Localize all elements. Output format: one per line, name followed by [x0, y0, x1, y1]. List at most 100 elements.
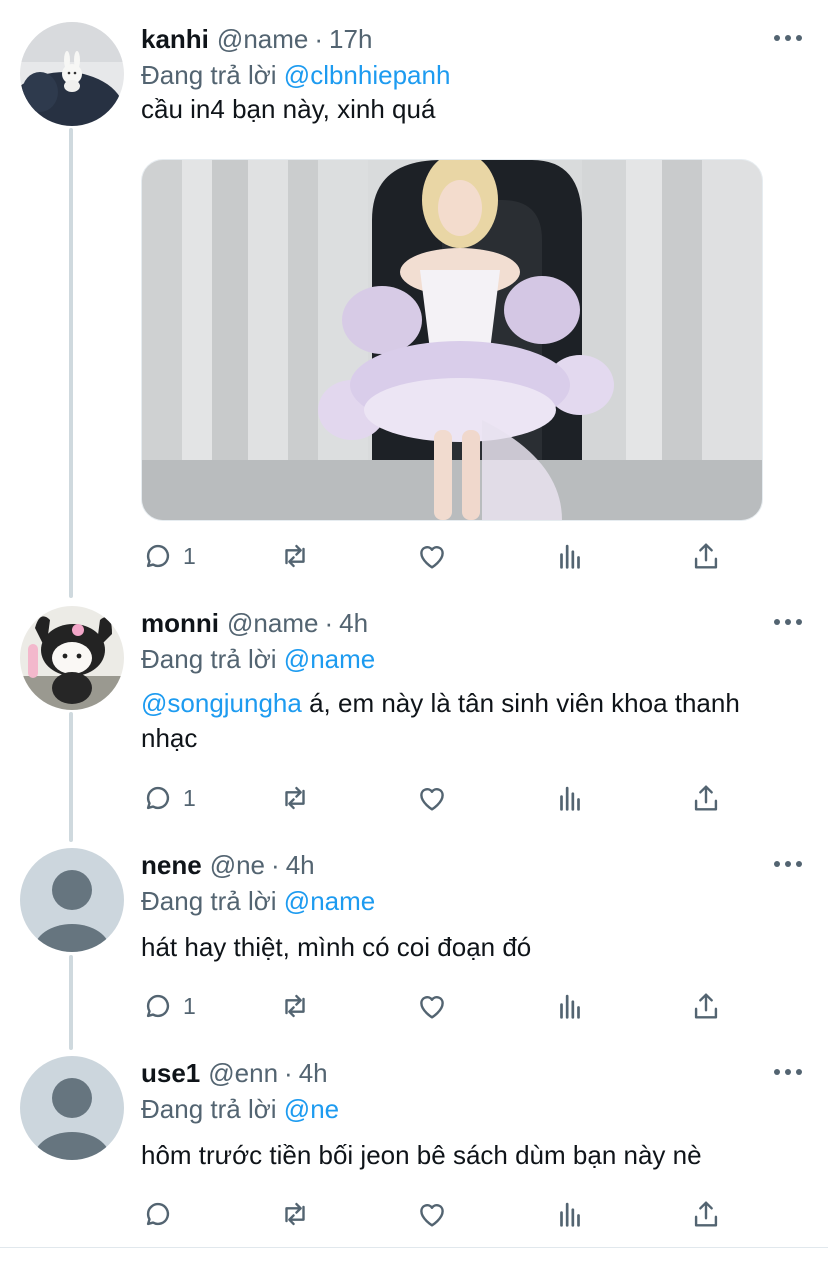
- separator-dot: ·: [314, 24, 324, 54]
- default-avatar: [20, 848, 124, 952]
- like-button[interactable]: [415, 536, 449, 576]
- share-icon: [694, 543, 718, 569]
- avatar[interactable]: [20, 606, 124, 710]
- tweet-actions: 1: [141, 986, 761, 1026]
- tweet-text-content: cầu in4 bạn này, xinh quá: [141, 94, 436, 124]
- timestamp[interactable]: 17h: [329, 22, 372, 56]
- tweet-text: cầu in4 bạn này, xinh quá: [141, 92, 791, 127]
- tweet-text: hôm trước tiền bối jeon bê sách dùm bạn …: [141, 1138, 791, 1173]
- share-button[interactable]: [689, 986, 723, 1026]
- like-button[interactable]: [415, 1194, 449, 1234]
- replying-to: Đang trả lời @clbnhiepanh: [141, 58, 450, 92]
- avatar[interactable]: [20, 22, 124, 126]
- reply-button[interactable]: [141, 1194, 183, 1234]
- replying-to: Đang trả lời @name: [141, 642, 375, 676]
- retweet-button[interactable]: [277, 986, 313, 1026]
- views-button[interactable]: [553, 536, 587, 576]
- share-button[interactable]: [689, 778, 723, 818]
- views-button[interactable]: [553, 1194, 587, 1234]
- reply-to-mention[interactable]: @ne: [284, 1094, 339, 1124]
- reply-icon: [146, 1202, 170, 1226]
- replying-to: Đang trả lời @ne: [141, 1092, 339, 1126]
- analytics-icon: [560, 1202, 580, 1227]
- timestamp[interactable]: 4h: [339, 606, 368, 640]
- display-name[interactable]: use1: [141, 1056, 200, 1090]
- handle[interactable]: @enn: [208, 1056, 278, 1090]
- reply-icon: [146, 786, 170, 810]
- analytics-icon: [560, 786, 580, 811]
- share-icon: [694, 1201, 718, 1227]
- tweet-text: hát hay thiệt, mình có coi đoạn đó: [141, 930, 791, 965]
- kuromi-plush-avatar: [20, 606, 124, 710]
- tweet-use1[interactable]: use1 @enn · 4h Đang trả lời @ne hôm trướ…: [0, 1056, 828, 1236]
- share-icon: [694, 993, 718, 1019]
- display-name[interactable]: kanhi: [141, 22, 209, 56]
- handle[interactable]: @name: [217, 22, 308, 56]
- separator-dot: ·: [324, 608, 334, 638]
- like-button[interactable]: [415, 986, 449, 1026]
- separator-dot: ·: [271, 850, 280, 880]
- retweet-icon: [285, 1202, 305, 1226]
- more-options-icon[interactable]: [774, 854, 802, 874]
- heart-icon: [420, 546, 444, 569]
- share-button[interactable]: [689, 1194, 723, 1234]
- retweet-button[interactable]: [277, 536, 313, 576]
- like-button[interactable]: [415, 778, 449, 818]
- reply-count: 1: [183, 542, 196, 569]
- reply-button[interactable]: 1: [141, 536, 196, 576]
- text-mention[interactable]: @songjungha: [141, 688, 302, 718]
- reply-button[interactable]: 1: [141, 778, 196, 818]
- separator-dot: ·: [284, 1058, 293, 1088]
- tweet-nene[interactable]: nene @ne · 4h Đang trả lời @name hát hay…: [0, 848, 828, 1028]
- divider: [0, 1247, 828, 1248]
- more-options-icon[interactable]: [774, 28, 802, 48]
- heart-icon: [420, 788, 444, 811]
- reply-to-mention[interactable]: @name: [284, 644, 375, 674]
- views-button[interactable]: [553, 778, 587, 818]
- tweet-actions: 1: [141, 778, 761, 818]
- retweet-button[interactable]: [277, 778, 313, 818]
- timestamp[interactable]: 4h: [286, 848, 315, 882]
- replying-to-label: Đang trả lời: [141, 644, 277, 674]
- views-button[interactable]: [553, 986, 587, 1026]
- heart-icon: [420, 1204, 444, 1227]
- more-options-icon[interactable]: [774, 612, 802, 632]
- tweet-header: nene @ne · 4h: [141, 848, 315, 882]
- tweet-monni[interactable]: monni @name · 4h Đang trả lời @name @son…: [0, 606, 828, 821]
- timestamp[interactable]: 4h: [299, 1056, 328, 1090]
- display-name[interactable]: monni: [141, 606, 219, 640]
- more-options-icon[interactable]: [774, 1062, 802, 1082]
- tweet-text-content: hát hay thiệt, mình có coi đoạn đó: [141, 932, 532, 962]
- handle[interactable]: @ne: [210, 848, 265, 882]
- retweet-icon: [285, 994, 305, 1018]
- reply-to-mention[interactable]: @clbnhiepanh: [284, 60, 451, 90]
- avatar[interactable]: [20, 848, 124, 952]
- tweet-actions: [141, 1194, 761, 1234]
- replying-to-label: Đang trả lời: [141, 886, 277, 916]
- avatar[interactable]: [20, 1056, 124, 1160]
- tweet-photo[interactable]: [141, 159, 763, 521]
- retweet-icon: [285, 544, 305, 568]
- reply-button[interactable]: 1: [141, 986, 196, 1026]
- retweet-button[interactable]: [277, 1194, 313, 1234]
- replying-to-label: Đang trả lời: [141, 60, 277, 90]
- display-name[interactable]: nene: [141, 848, 202, 882]
- reply-icon: [146, 544, 170, 568]
- tweet-header: kanhi @name · 17h: [141, 22, 372, 56]
- share-button[interactable]: [689, 536, 723, 576]
- tweet-header: use1 @enn · 4h: [141, 1056, 328, 1090]
- handle[interactable]: @name: [227, 606, 318, 640]
- reply-count: 1: [183, 784, 196, 811]
- reply-icon: [146, 994, 170, 1018]
- tweet-text-content: hôm trước tiền bối jeon bê sách dùm bạn …: [141, 1140, 702, 1170]
- tweet-header: monni @name · 4h: [141, 606, 368, 640]
- reply-to-mention[interactable]: @name: [284, 886, 375, 916]
- default-avatar: [20, 1056, 124, 1160]
- tweet-kanhi[interactable]: kanhi @name · 17h Đang trả lời @clbnhiep…: [0, 22, 828, 582]
- analytics-icon: [560, 544, 580, 569]
- reply-count: 1: [183, 992, 196, 1019]
- replying-to-label: Đang trả lời: [141, 1094, 277, 1124]
- photo-image: [142, 160, 762, 520]
- tweet-text: @songjungha á, em này là tân sinh viên k…: [141, 686, 791, 756]
- share-icon: [694, 785, 718, 811]
